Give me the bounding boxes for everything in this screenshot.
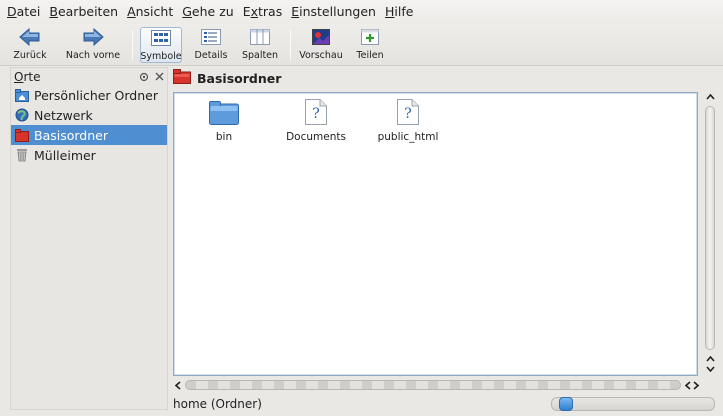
- menu-bar: Datei Bearbeiten Ansicht Gehe zu Extras …: [0, 0, 723, 24]
- home-folder-icon: [14, 87, 30, 103]
- svg-text:?: ?: [404, 106, 412, 122]
- close-icon[interactable]: [152, 70, 166, 84]
- scroll-right-icon[interactable]: [691, 378, 701, 392]
- trash-icon: [14, 147, 30, 163]
- toolbar-separator: [132, 30, 133, 60]
- menu-edit[interactable]: Bearbeiten: [46, 0, 124, 24]
- scroll-up-icon[interactable]: [704, 92, 716, 102]
- places-title: Orte: [14, 69, 41, 84]
- unknown-file-icon: ?: [397, 97, 419, 125]
- preview-icon: [312, 27, 330, 47]
- root-folder-icon: [173, 69, 191, 87]
- root-folder-icon: [14, 127, 30, 143]
- status-text: home (Ordner): [173, 397, 262, 411]
- places-item-root[interactable]: Basisordner: [11, 125, 167, 145]
- places-header: Orte: [11, 68, 167, 85]
- file-item[interactable]: ? Documents: [276, 97, 356, 143]
- panel-splitter[interactable]: [169, 230, 172, 250]
- menu-file[interactable]: Datei: [4, 0, 46, 24]
- scroll-down-icon[interactable]: [704, 364, 716, 374]
- vertical-scroll-track[interactable]: [705, 106, 715, 350]
- menu-view[interactable]: Ansicht: [124, 0, 179, 24]
- icons-view-button[interactable]: Symbole: [140, 27, 182, 63]
- zoom-slider-handle[interactable]: [559, 397, 573, 411]
- network-icon: [14, 107, 30, 123]
- forward-button[interactable]: Nach vorne: [58, 27, 128, 63]
- details-view-button[interactable]: Details: [190, 27, 232, 63]
- location-title: Basisordner: [197, 70, 282, 86]
- columns-view-button[interactable]: Spalten: [238, 27, 282, 63]
- places-panel: Orte Persönlicher Ordner Netzwerk Basiso…: [10, 67, 168, 410]
- file-item[interactable]: ? public_html: [368, 97, 448, 143]
- file-item[interactable]: bin: [184, 97, 264, 143]
- unknown-file-icon: ?: [305, 97, 327, 125]
- vertical-scrollbar[interactable]: [701, 92, 718, 376]
- file-view[interactable]: bin ? Documents ? public_html: [173, 92, 698, 376]
- arrow-right-icon: [82, 27, 104, 47]
- arrow-left-icon: [19, 27, 41, 47]
- back-button[interactable]: Zurück: [10, 27, 50, 63]
- menu-help[interactable]: Hilfe: [382, 0, 419, 24]
- scroll-left-icon[interactable]: [173, 378, 183, 392]
- icons-view-icon: [151, 28, 171, 48]
- details-view-icon: [201, 27, 221, 47]
- menu-settings[interactable]: Einstellungen: [288, 0, 382, 24]
- menu-extras[interactable]: Extras: [240, 0, 289, 24]
- zoom-slider[interactable]: [551, 397, 715, 411]
- location-header: Basisordner: [173, 68, 281, 88]
- undock-icon[interactable]: [137, 70, 151, 84]
- places-item-home[interactable]: Persönlicher Ordner: [11, 85, 167, 105]
- split-view-icon: [361, 27, 379, 47]
- split-button[interactable]: Teilen: [350, 27, 390, 63]
- toolbar: Zurück Nach vorne Symbole Details Spalte…: [0, 24, 723, 66]
- preview-button[interactable]: Vorschau: [297, 27, 345, 63]
- toolbar-separator: [290, 30, 291, 60]
- places-item-trash[interactable]: Mülleimer: [11, 145, 167, 165]
- menu-go[interactable]: Gehe zu: [179, 0, 239, 24]
- horizontal-scrollbar[interactable]: [173, 378, 701, 392]
- places-item-network[interactable]: Netzwerk: [11, 105, 167, 125]
- svg-text:?: ?: [312, 106, 320, 122]
- horizontal-scroll-track[interactable]: [185, 380, 681, 390]
- scroll-up-icon[interactable]: [704, 354, 716, 364]
- folder-icon: [209, 97, 239, 125]
- columns-view-icon: [250, 27, 270, 47]
